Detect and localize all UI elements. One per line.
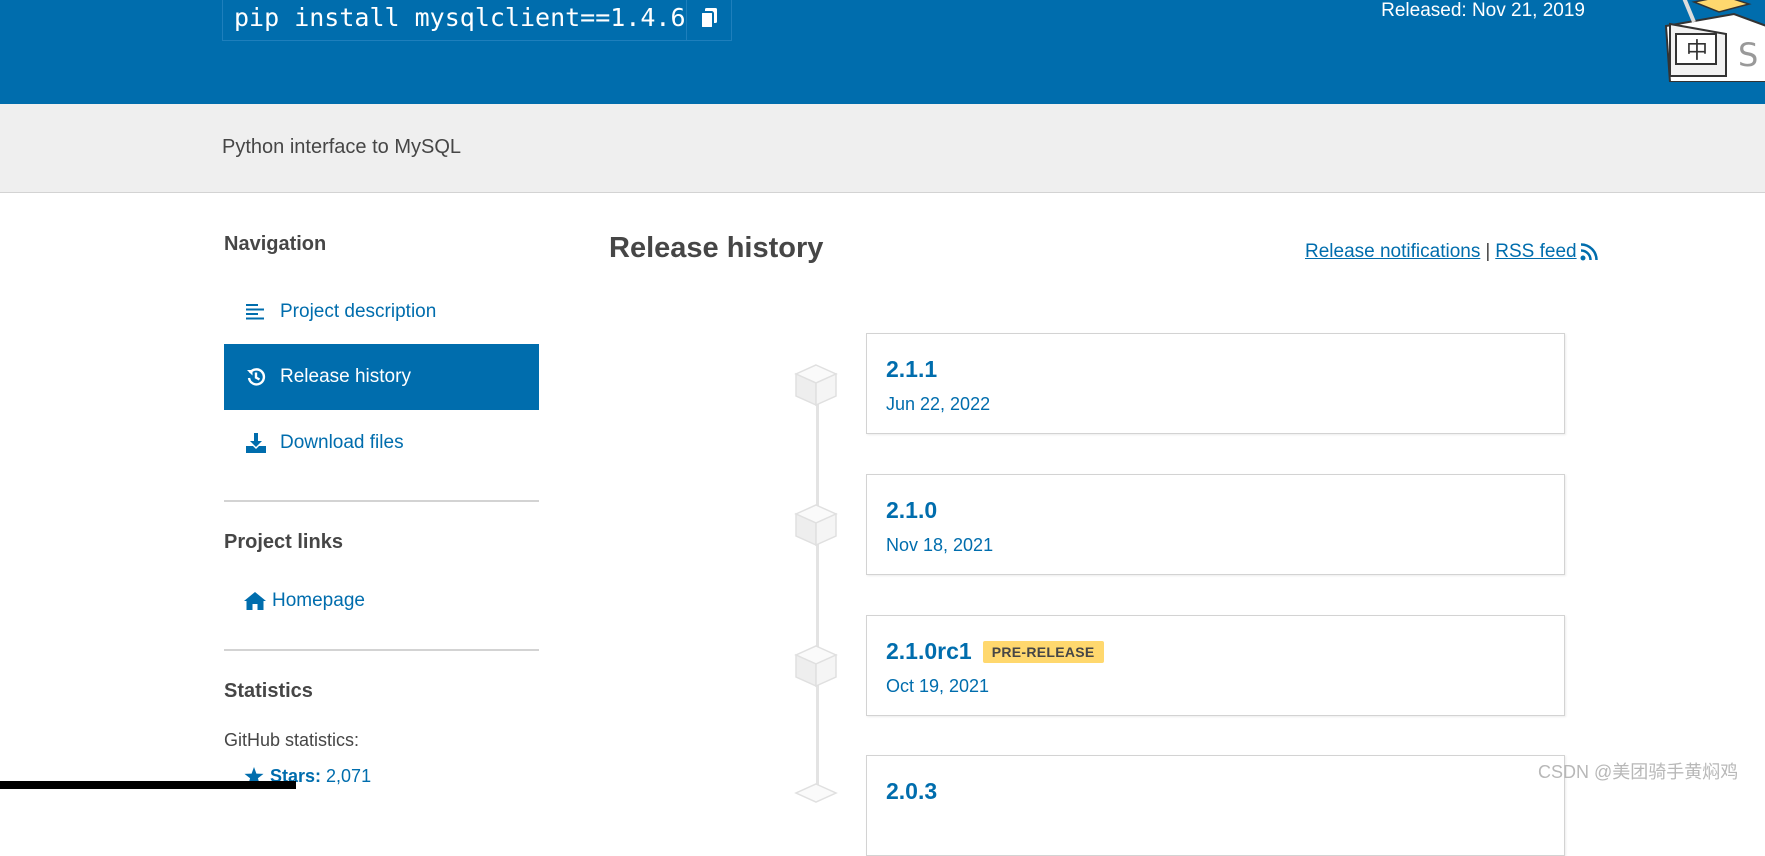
release-date: Oct 19, 2021 xyxy=(886,676,990,696)
watermark: CSDN @美团骑手黄焖鸡 xyxy=(1538,762,1739,782)
release-cube-icon xyxy=(794,645,838,688)
release-version: 2.1.0rc1 PRE-RELEASE xyxy=(886,638,1104,665)
timeline-line xyxy=(816,375,819,789)
release-notifications-link[interactable]: Release notifications xyxy=(1305,241,1480,263)
pip-command-box: pip install mysqlclient==1.4.6 xyxy=(222,0,732,41)
navigation-heading: Navigation xyxy=(224,233,327,255)
release-cube-icon xyxy=(794,504,838,547)
copy-icon xyxy=(699,7,717,29)
statistics-heading: Statistics xyxy=(224,680,313,702)
svg-text:S: S xyxy=(1738,36,1758,74)
download-icon xyxy=(246,433,270,453)
history-icon xyxy=(246,367,270,387)
project-summary: Python interface to MySQL xyxy=(222,136,462,158)
release-version: 2.1.0 xyxy=(886,497,938,523)
nav-download-files[interactable]: Download files xyxy=(224,410,539,476)
release-date: Nov 18, 2021 xyxy=(886,535,994,555)
stars-value: 2,071 xyxy=(326,766,372,786)
released-date: Released: Nov 21, 2019 xyxy=(1381,0,1585,21)
nav-label: Project description xyxy=(280,301,437,322)
home-icon xyxy=(244,592,266,610)
release-links: Release notifications | RSS feed xyxy=(1305,241,1598,263)
rss-icon[interactable] xyxy=(1580,243,1598,261)
release-history-title: Release history xyxy=(609,232,824,264)
github-statistics-label: GitHub statistics: xyxy=(224,730,360,750)
release-card[interactable]: 2.1.0 Nov 18, 2021 xyxy=(866,474,1565,575)
release-card[interactable]: 2.0.3 xyxy=(866,755,1565,856)
pre-release-badge: PRE-RELEASE xyxy=(982,640,1104,663)
nav-project-description[interactable]: Project description xyxy=(224,279,539,345)
pip-command[interactable]: pip install mysqlclient==1.4.6 xyxy=(223,3,686,32)
pypi-logo-icon: 中 S xyxy=(1664,0,1765,82)
sidebar-divider xyxy=(224,649,539,651)
rss-feed-link[interactable]: RSS feed xyxy=(1495,241,1576,263)
align-left-icon xyxy=(246,304,270,320)
release-version: 2.0.3 xyxy=(886,778,938,804)
homepage-link[interactable]: Homepage xyxy=(224,568,539,634)
homepage-label: Homepage xyxy=(272,590,365,611)
release-cube-icon xyxy=(794,364,838,407)
project-summary-bar: Python interface to MySQL xyxy=(0,104,1765,193)
nav-label: Download files xyxy=(280,432,404,453)
svg-text:中: 中 xyxy=(1686,39,1708,64)
release-card[interactable]: 2.1.0rc1 PRE-RELEASE Oct 19, 2021 xyxy=(866,615,1565,716)
nav-release-history[interactable]: Release history xyxy=(224,344,539,410)
sidebar-divider xyxy=(224,500,539,502)
overlay-bar xyxy=(0,781,296,789)
header: pip install mysqlclient==1.4.6 Released:… xyxy=(0,0,1765,104)
project-links-heading: Project links xyxy=(224,531,343,553)
release-version: 2.1.1 xyxy=(886,356,938,382)
release-date: Jun 22, 2022 xyxy=(886,394,991,414)
copy-button[interactable] xyxy=(685,0,731,40)
release-card[interactable]: 2.1.1 Jun 22, 2022 xyxy=(866,333,1565,434)
link-separator: | xyxy=(1485,241,1491,262)
nav-label: Release history xyxy=(280,366,411,387)
